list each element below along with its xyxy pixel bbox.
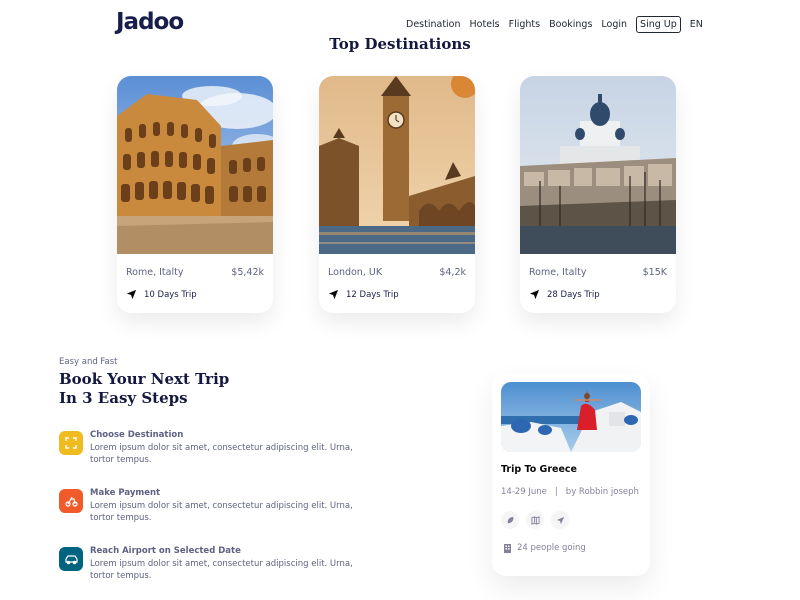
destination-trip-length: 28 Days Trip <box>547 289 600 300</box>
destination-price: $15K <box>642 267 667 278</box>
language-selector[interactable]: EN <box>690 19 703 30</box>
step-title: Reach Airport on Selected Date <box>90 546 241 556</box>
destination-trip-length: 12 Days Trip <box>346 289 399 300</box>
destination-place: London, UK <box>328 267 383 278</box>
nav-login[interactable]: Login <box>601 19 627 30</box>
step-title: Make Payment <box>90 488 161 498</box>
jadoo-logo[interactable]: Jadoo <box>116 9 184 35</box>
trip-card[interactable]: Trip To Greece 14-29 June | by Robbin jose… <box>492 374 650 576</box>
step-description: Lorem ipsum dolor sit amet, consectetur … <box>90 559 353 581</box>
trip-going: 24 people going <box>503 543 586 553</box>
booking-title: Book Your Next Trip In 3 Easy Steps <box>59 370 229 408</box>
navigation-arrow-icon <box>328 289 339 300</box>
payment-icon <box>59 489 83 513</box>
step-description: Lorem ipsum dolor sit amet, consectetur … <box>90 501 353 523</box>
destination-card-london[interactable]: London, UK $4,2k 12 Days Trip <box>319 76 475 313</box>
navigation-arrow-icon <box>529 289 540 300</box>
destination-place: Rome, Italty <box>126 267 184 278</box>
nav-destination[interactable]: Destination <box>406 19 461 30</box>
map-icon[interactable] <box>526 511 544 529</box>
booking-eyebrow: Easy and Fast <box>59 357 118 367</box>
big-ben-image <box>319 76 475 254</box>
trip-separator: | <box>554 487 558 497</box>
section-title-top-destinations: Top Destinations <box>329 35 471 53</box>
nav-hotels[interactable]: Hotels <box>470 19 500 30</box>
selection-icon <box>59 431 83 455</box>
destination-card-rome[interactable]: Rome, Italty $5,42k 10 Days Trip <box>117 76 273 313</box>
nav-signup-button[interactable]: Sing Up <box>636 16 681 33</box>
cathedral-harbor-image <box>520 76 676 254</box>
trip-people-going: 24 people going <box>517 543 586 553</box>
trip-author: by Robbin joseph <box>565 487 639 497</box>
santorini-image <box>501 382 641 452</box>
taxi-icon <box>59 547 83 571</box>
nav-flights[interactable]: Flights <box>509 19 540 30</box>
destination-trip-length: 10 Days Trip <box>144 289 197 300</box>
leaf-icon[interactable] <box>501 511 519 529</box>
destination-price: $4,2k <box>439 267 466 278</box>
navigation-arrow-icon <box>126 289 137 300</box>
booking-title-line1: Book Your Next Trip <box>59 370 230 388</box>
nav-bookings[interactable]: Bookings <box>549 19 592 30</box>
send-icon[interactable] <box>551 511 569 529</box>
trip-title: Trip To Greece <box>501 464 577 475</box>
trip-meta: 14-29 June | by Robbin joseph <box>501 487 639 497</box>
destination-place: Rome, Italty <box>529 267 587 278</box>
colosseum-image <box>117 76 273 254</box>
building-icon <box>504 544 511 553</box>
step-description: Lorem ipsum dolor sit amet, consectetur … <box>90 443 353 465</box>
booking-title-line2: In 3 Easy Steps <box>59 389 188 407</box>
destination-card-rome-2[interactable]: Rome, Italty $15K 28 Days Trip <box>520 76 676 313</box>
step-title: Choose Destination <box>90 430 184 440</box>
main-nav: Destination Hotels Flights Bookings Logi… <box>406 16 703 33</box>
trip-dates: 14-29 June <box>501 487 547 497</box>
trip-actions <box>501 511 569 529</box>
destination-price: $5,42k <box>231 267 264 278</box>
